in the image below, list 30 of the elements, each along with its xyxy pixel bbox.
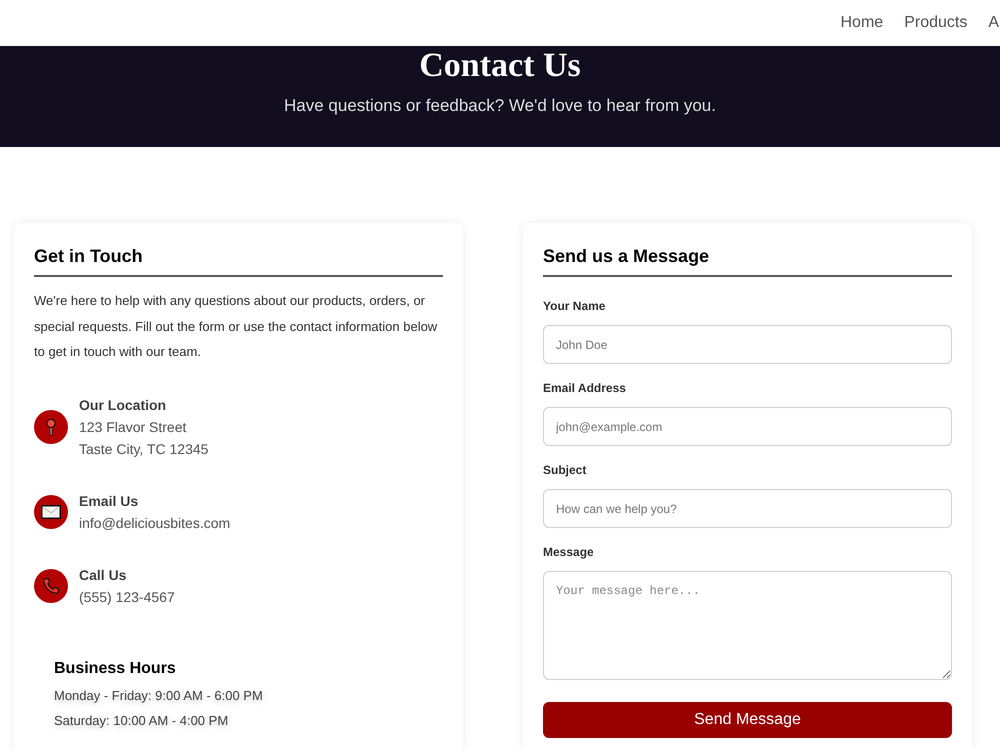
pin-icon — [34, 410, 68, 444]
hours-title: Business Hours — [54, 658, 177, 678]
input-field[interactable]: How can we help you? — [543, 489, 952, 528]
page-title: Contact Us — [419, 47, 581, 85]
contact-detail: (555) 123-4567 — [79, 588, 175, 607]
send-message-button[interactable]: Send Message — [543, 702, 952, 738]
contact-title: Call Us — [79, 566, 128, 584]
field-label: Message — [543, 544, 595, 561]
hours-line: Monday - Friday: 9:00 AM - 6:00 PM — [54, 686, 264, 705]
input-field[interactable]: John Doe — [543, 325, 952, 364]
contact-title: Email Us — [79, 492, 140, 510]
envelope-icon — [34, 494, 68, 528]
field-label: Your Name — [543, 298, 606, 315]
field-label: Email Address — [543, 380, 627, 397]
phone-icon — [34, 568, 68, 602]
hero-subtitle: Have questions or feedback? We'd love to hear from you. — [284, 95, 716, 117]
hours-line: Saturday: 10:00 AM - 4:00 PM — [54, 712, 230, 730]
contact-detail: 123 Flavor Street — [79, 418, 188, 436]
contact-detail: info@deliciousbites.com — [79, 514, 230, 532]
contact-detail: Taste City, TC 12345 — [79, 440, 208, 459]
card-title: Send us a Message — [543, 245, 710, 268]
card-title: Get in Touch — [34, 245, 144, 268]
input-field[interactable]: john@example.com — [543, 407, 952, 446]
nav-link[interactable]: Products — [904, 13, 968, 33]
field-label: Subject — [543, 462, 588, 479]
nav-link[interactable]: Home — [840, 13, 884, 33]
nav-link[interactable]: A — [988, 13, 999, 33]
message-textarea[interactable]: Your message here... — [543, 571, 952, 680]
intro-paragraph: We're here to help with any questions about our products, orders, or special requests. Fill out the form or use the contact information below to get in touch with our team. — [34, 292, 438, 361]
contact-title: Our Location — [79, 396, 168, 414]
